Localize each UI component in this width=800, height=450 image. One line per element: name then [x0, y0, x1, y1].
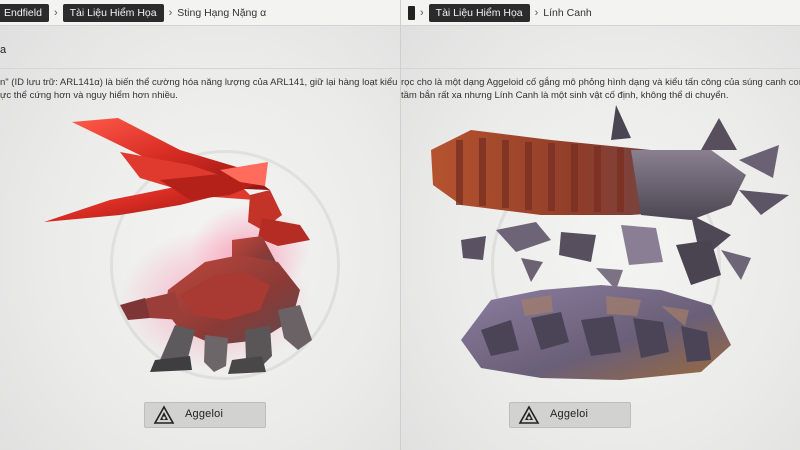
right-entry-panel: › Tài Liệu Hiểm Họa › Lính Canh rọc cho … — [400, 0, 800, 450]
tag-label: Aggeloi — [550, 408, 589, 420]
left-entry-panel: Endfield › Tài Liệu Hiểm Họa › Sting Hạn… — [0, 0, 400, 450]
type-tag[interactable]: Aggeloi — [144, 402, 266, 428]
tag-label: Aggeloi — [185, 408, 224, 420]
heavy-sting-creature-art — [44, 118, 312, 374]
aggeloi-icon — [518, 405, 540, 424]
aggeloi-icon — [153, 405, 175, 424]
sentinel-creature-art — [431, 105, 789, 380]
type-tag[interactable]: Aggeloi — [509, 402, 631, 428]
